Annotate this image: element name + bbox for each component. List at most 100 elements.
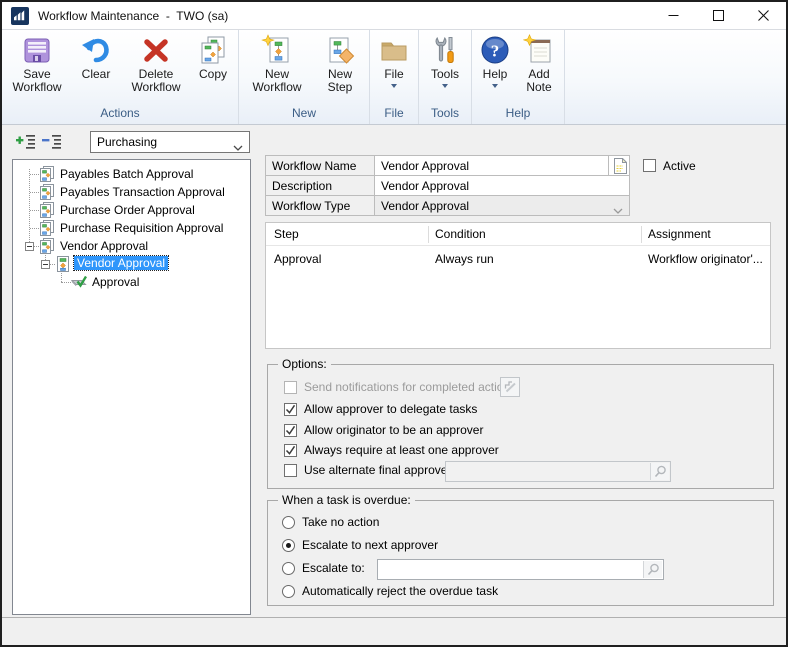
tree-item[interactable]: Vendor Approval <box>13 237 250 255</box>
copy-button[interactable]: Copy <box>191 32 235 81</box>
require-one-approver-checkbox[interactable] <box>284 444 297 457</box>
workflow-name-input[interactable]: Vendor Approval <box>374 155 630 176</box>
tools-menu-button[interactable]: Tools <box>422 32 468 88</box>
chevron-down-icon <box>492 84 498 88</box>
delete-icon <box>140 34 172 66</box>
collapse-expander[interactable] <box>41 260 50 269</box>
field-label-text: Workflow Name <box>272 159 356 173</box>
expansion-icon <box>503 380 517 394</box>
lookup-button <box>650 463 669 480</box>
button-label: Clear <box>82 68 111 81</box>
overdue-take-no-action[interactable]: Take no action <box>282 515 379 529</box>
file-menu-button[interactable]: File <box>373 32 415 88</box>
field-value-text: Vendor Approval <box>381 159 469 173</box>
description-input[interactable]: Vendor Approval <box>374 175 630 196</box>
close-icon <box>758 10 769 21</box>
steps-table[interactable]: Step Condition Assignment Approval Alway… <box>265 222 771 349</box>
help-menu-button[interactable]: ? Help <box>475 32 515 88</box>
window-controls <box>651 2 786 29</box>
column-header-condition: Condition <box>435 227 486 241</box>
folder-icon <box>378 34 410 66</box>
delete-workflow-button[interactable]: Delete Workflow <box>123 32 189 94</box>
expand-all-button[interactable] <box>16 134 36 152</box>
lookup-icon <box>647 563 660 576</box>
button-label: Save Workflow <box>7 68 67 94</box>
save-workflow-button[interactable]: Save Workflow <box>5 32 69 94</box>
option-send-notifications: Send notifications for completed actions <box>284 380 516 394</box>
checkmark-icon <box>285 404 296 415</box>
chevron-down-icon <box>233 140 243 154</box>
note-button[interactable] <box>608 155 630 176</box>
tree-item[interactable]: Purchase Requisition Approval <box>13 219 250 237</box>
lookup-button <box>643 561 662 578</box>
active-checkbox[interactable] <box>643 159 656 172</box>
escalate-to-field[interactable] <box>377 559 664 580</box>
overdue-auto-reject[interactable]: Automatically reject the overdue task <box>282 584 498 598</box>
tree-item-label: Purchase Order Approval <box>60 203 195 217</box>
ribbon-spacer <box>565 30 786 124</box>
close-button[interactable] <box>741 2 786 29</box>
ribbon-group-help: ? Help Add Note Help <box>472 30 565 124</box>
tree-item[interactable]: Approval <box>13 273 250 291</box>
new-workflow-button[interactable]: New Workflow <box>242 32 312 94</box>
table-cell-assignment: Workflow originator'... <box>648 252 763 266</box>
main-area: Purchasing Payables Batch Approval <box>2 125 786 617</box>
collapse-all-button[interactable] <box>42 134 62 152</box>
allow-delegate-checkbox[interactable] <box>284 403 297 416</box>
new-step-button[interactable]: New Step <box>314 32 366 94</box>
button-label: New Workflow <box>244 68 310 94</box>
escalate-next-radio[interactable] <box>282 539 295 552</box>
tree-item-label: Vendor Approval <box>60 239 148 253</box>
minimize-button[interactable] <box>651 2 696 29</box>
ribbon-group-file: File File <box>370 30 419 124</box>
option-label: Use alternate final approver <box>304 463 451 477</box>
add-note-icon <box>523 34 555 66</box>
tree-item-selected[interactable]: Vendor Approval <box>13 255 250 273</box>
send-notifications-checkbox <box>284 381 297 394</box>
tree-item[interactable]: Payables Batch Approval <box>13 165 250 183</box>
note-icon <box>612 158 627 174</box>
button-label: New Step <box>316 68 364 94</box>
originator-approver-checkbox[interactable] <box>284 424 297 437</box>
auto-reject-radio[interactable] <box>282 585 295 598</box>
category-dropdown-value: Purchasing <box>97 135 157 149</box>
minimize-icon <box>668 10 679 21</box>
overdue-group-legend: When a task is overdue: <box>278 493 415 507</box>
ribbon-group-label: Tools <box>421 105 469 124</box>
alternate-final-approver-checkbox[interactable] <box>284 464 297 477</box>
option-originator-approver[interactable]: Allow originator to be an approver <box>284 423 483 437</box>
field-label-text: Description <box>272 179 332 193</box>
description-label: Description <box>265 175 375 196</box>
option-label: Allow originator to be an approver <box>304 423 483 437</box>
table-cell-condition: Always run <box>435 252 494 266</box>
option-allow-delegate[interactable]: Allow approver to delegate tasks <box>284 402 477 416</box>
tree-item[interactable]: Purchase Order Approval <box>13 201 250 219</box>
option-label: Allow approver to delegate tasks <box>304 402 477 416</box>
lookup-icon <box>654 465 667 478</box>
ribbon-group-label: New <box>241 105 367 124</box>
ribbon-group-label: Help <box>474 105 562 124</box>
undo-icon <box>80 34 112 66</box>
button-label: Copy <box>199 68 227 81</box>
chevron-down-icon <box>613 203 623 217</box>
button-label: File <box>384 68 403 81</box>
option-require-one-approver[interactable]: Always require at least one approver <box>284 443 499 457</box>
take-no-action-radio[interactable] <box>282 516 295 529</box>
clear-button[interactable]: Clear <box>71 32 121 81</box>
tree-item-label: Payables Transaction Approval <box>60 185 225 199</box>
escalate-to-radio[interactable] <box>282 562 295 575</box>
radio-dot <box>286 543 291 548</box>
maximize-button[interactable] <box>696 2 741 29</box>
overdue-escalate-to[interactable]: Escalate to: <box>282 561 365 575</box>
button-label: Delete Workflow <box>125 68 187 94</box>
tree-item[interactable]: Payables Transaction Approval <box>13 183 250 201</box>
option-alternate-final-approver[interactable]: Use alternate final approver <box>284 463 451 477</box>
overdue-escalate-next[interactable]: Escalate to next approver <box>282 538 438 552</box>
table-cell-step: Approval <box>274 252 321 266</box>
collapse-expander[interactable] <box>25 242 34 251</box>
ribbon-group-label: File <box>372 105 416 124</box>
overdue-group: When a task is overdue: Take no action E… <box>267 500 774 606</box>
notification-expansion-button <box>500 377 520 397</box>
category-dropdown[interactable]: Purchasing <box>90 131 250 153</box>
add-note-button[interactable]: Add Note <box>517 32 561 94</box>
